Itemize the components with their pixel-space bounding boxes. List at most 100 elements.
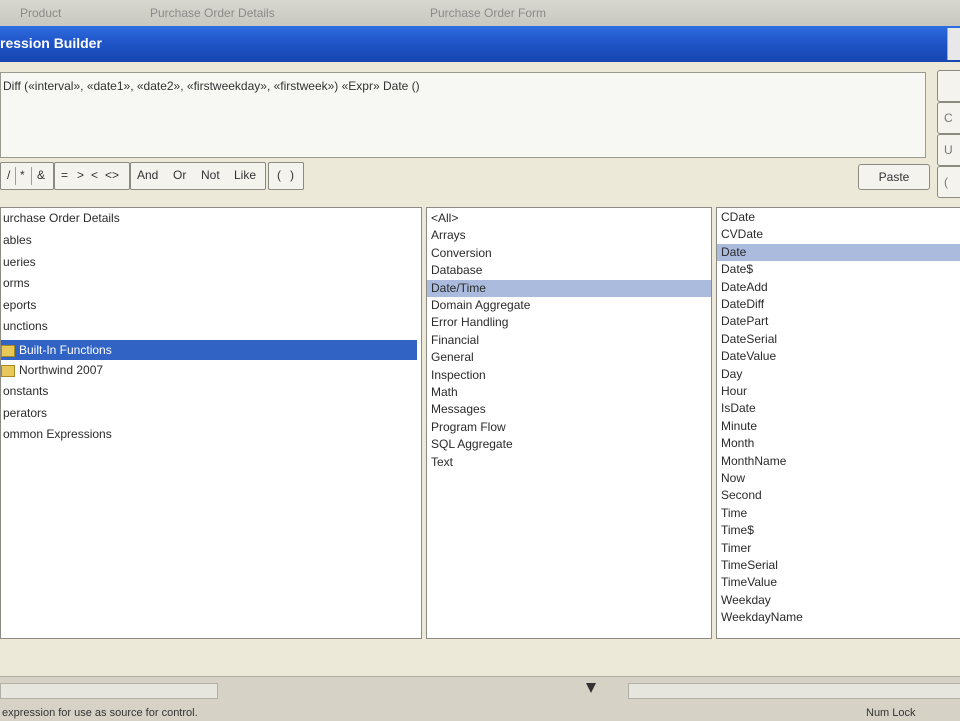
function-list-item[interactable]: Weekday bbox=[717, 592, 960, 609]
category-list-item[interactable]: Conversion bbox=[427, 245, 711, 262]
function-list-item[interactable]: MonthName bbox=[717, 453, 960, 470]
not-button[interactable]: Not bbox=[201, 168, 220, 182]
paste-button[interactable]: Paste bbox=[858, 164, 930, 190]
category-list-item-selected[interactable]: Date/Time bbox=[427, 279, 711, 297]
category-list-item[interactable]: <All> bbox=[427, 210, 711, 227]
ok-button[interactable] bbox=[937, 70, 960, 102]
function-list-item[interactable]: Hour bbox=[717, 383, 960, 400]
compare-operator-group: = > < <> bbox=[54, 162, 130, 190]
function-list-item[interactable]: Date$ bbox=[717, 261, 960, 278]
background-tab[interactable]: Product bbox=[20, 6, 61, 20]
not-equal-button[interactable]: <> bbox=[105, 168, 119, 182]
num-lock-indicator: Num Lock bbox=[866, 707, 916, 719]
folder-icon bbox=[1, 344, 15, 357]
multiply-button[interactable]: * bbox=[20, 168, 25, 182]
function-list-item[interactable]: Second bbox=[717, 487, 960, 504]
function-list-item[interactable]: WeekdayName bbox=[717, 609, 960, 626]
category-list-item[interactable]: Domain Aggregate bbox=[427, 297, 711, 314]
category-list-item[interactable]: Text bbox=[427, 454, 711, 471]
horizontal-scrollbar[interactable] bbox=[0, 683, 218, 699]
divide-button[interactable]: / bbox=[7, 168, 10, 182]
category-list-item[interactable]: General bbox=[427, 349, 711, 366]
mouse-cursor-icon bbox=[586, 683, 596, 693]
function-list-item[interactable]: DatePart bbox=[717, 313, 960, 330]
function-list-item[interactable]: IsDate bbox=[717, 400, 960, 417]
tree-item[interactable]: onstants bbox=[3, 383, 417, 400]
status-area: expression for use as source for control… bbox=[0, 676, 960, 721]
function-list-item[interactable]: Day bbox=[717, 366, 960, 383]
like-button[interactable]: Like bbox=[234, 168, 256, 182]
tree-item[interactable]: ommon Expressions bbox=[3, 426, 417, 443]
paren-operator-group: ( ) bbox=[268, 162, 304, 190]
separator bbox=[15, 167, 16, 185]
side-button-label: ( bbox=[944, 175, 948, 189]
function-list-item[interactable]: Timer bbox=[717, 540, 960, 557]
arith-operator-group: / * & bbox=[0, 162, 54, 190]
function-list-item[interactable]: Now bbox=[717, 470, 960, 487]
tree-item[interactable]: Northwind 2007 bbox=[1, 362, 417, 379]
window-title: ression Builder bbox=[0, 35, 102, 51]
function-list-item[interactable]: DateSerial bbox=[717, 331, 960, 348]
function-list-item[interactable]: DateAdd bbox=[717, 279, 960, 296]
tree-item[interactable]: ables bbox=[3, 232, 417, 249]
function-list-item[interactable]: DateValue bbox=[717, 348, 960, 365]
function-list-item[interactable]: DateDiff bbox=[717, 296, 960, 313]
expression-box[interactable]: Diff («interval», «date1», «date2», «fir… bbox=[0, 72, 926, 158]
title-bar: ression Builder bbox=[0, 26, 960, 62]
horizontal-scrollbar[interactable] bbox=[628, 683, 960, 699]
tree-item[interactable]: urchase Order Details bbox=[3, 210, 417, 227]
category-list-item[interactable]: SQL Aggregate bbox=[427, 436, 711, 453]
less-than-button[interactable]: < bbox=[91, 168, 98, 182]
function-list-item[interactable]: CDate bbox=[717, 209, 960, 226]
open-paren-button[interactable]: ( bbox=[277, 168, 281, 182]
function-list-item[interactable]: Time$ bbox=[717, 522, 960, 539]
help-button[interactable]: ( bbox=[937, 166, 960, 198]
function-list-item[interactable]: Month bbox=[717, 435, 960, 452]
tree-item[interactable]: orms bbox=[3, 275, 417, 292]
concat-button[interactable]: & bbox=[37, 168, 45, 182]
category-list-item[interactable]: Error Handling bbox=[427, 314, 711, 331]
category-list-item[interactable]: Messages bbox=[427, 401, 711, 418]
folder-icon bbox=[1, 364, 15, 377]
undo-button[interactable]: U bbox=[937, 134, 960, 166]
tree-item[interactable]: perators bbox=[3, 405, 417, 422]
category-list-item[interactable]: Financial bbox=[427, 332, 711, 349]
title-bar-edge bbox=[947, 28, 960, 60]
category-list-item[interactable]: Inspection bbox=[427, 367, 711, 384]
separator bbox=[31, 167, 32, 185]
function-list-item[interactable]: TimeSerial bbox=[717, 557, 960, 574]
function-list-item[interactable]: Minute bbox=[717, 418, 960, 435]
or-button[interactable]: Or bbox=[173, 168, 186, 182]
background-tabs-strip: Product Purchase Order Details Purchase … bbox=[0, 0, 960, 26]
side-button-label: U bbox=[944, 143, 953, 157]
tree-item-label: Built-In Functions bbox=[19, 343, 112, 357]
cancel-button[interactable]: C bbox=[937, 102, 960, 134]
tree-item-label: Northwind 2007 bbox=[19, 363, 104, 377]
category-list-item[interactable]: Database bbox=[427, 262, 711, 279]
side-button-label: C bbox=[944, 111, 953, 125]
function-list-item[interactable]: CVDate bbox=[717, 226, 960, 243]
function-list-pane[interactable]: CDate CVDate Date Date$ DateAdd DateDiff DateP… bbox=[716, 207, 960, 639]
category-list-item[interactable]: Arrays bbox=[427, 227, 711, 244]
category-list-item[interactable]: Math bbox=[427, 384, 711, 401]
expression-text: Diff («interval», «date1», «date2», «fir… bbox=[3, 79, 420, 93]
background-tab[interactable]: Purchase Order Form bbox=[430, 6, 546, 20]
logic-operator-group: And Or Not Like bbox=[130, 162, 266, 190]
category-list-item[interactable]: Program Flow bbox=[427, 419, 711, 436]
function-list-item-selected[interactable]: Date bbox=[717, 243, 960, 261]
background-tab[interactable]: Purchase Order Details bbox=[150, 6, 275, 20]
greater-than-button[interactable]: > bbox=[77, 168, 84, 182]
close-paren-button[interactable]: ) bbox=[290, 168, 294, 182]
function-list-item[interactable]: Time bbox=[717, 505, 960, 522]
tree-item-selected[interactable]: Built-In Functions bbox=[1, 340, 417, 360]
tree-item[interactable]: ueries bbox=[3, 254, 417, 271]
status-text: expression for use as source for control… bbox=[2, 707, 198, 719]
tree-item[interactable]: unctions bbox=[3, 318, 417, 335]
equals-button[interactable]: = bbox=[61, 168, 68, 182]
dialog-client: Diff («interval», «date1», «date2», «fir… bbox=[0, 62, 960, 668]
tree-item[interactable]: eports bbox=[3, 297, 417, 314]
object-tree-pane[interactable]: urchase Order Details ables ueries orms … bbox=[0, 207, 422, 639]
category-list-pane[interactable]: <All> Arrays Conversion Database Date/Time Do… bbox=[426, 207, 712, 639]
and-button[interactable]: And bbox=[137, 168, 158, 182]
function-list-item[interactable]: TimeValue bbox=[717, 574, 960, 591]
